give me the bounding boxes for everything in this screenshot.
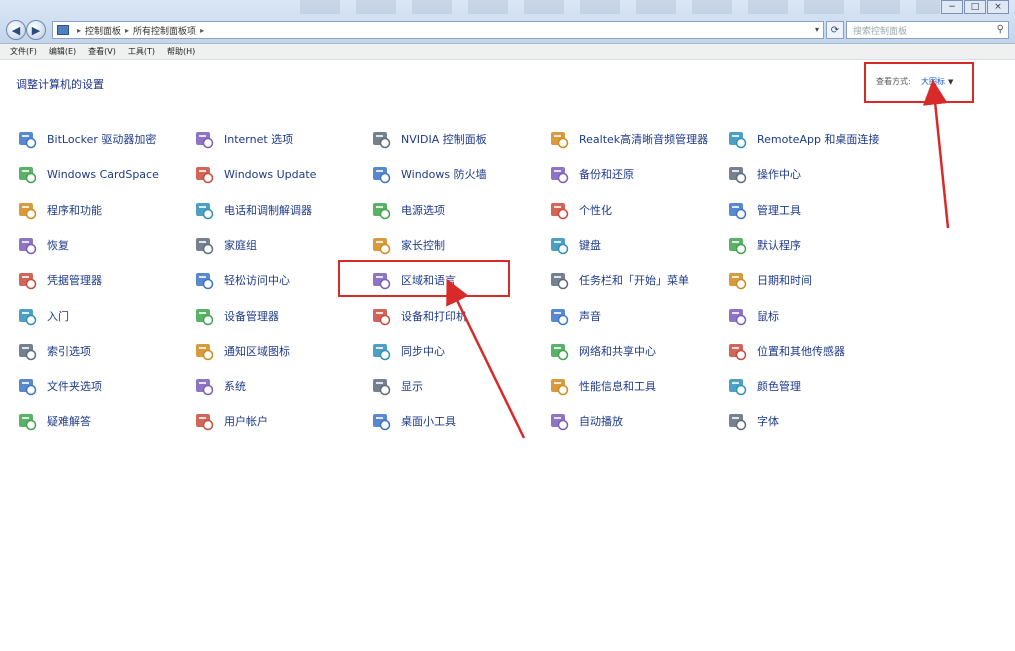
annotation-arrows: [446, 79, 950, 439]
arrow-to-region-language: [446, 278, 526, 439]
arrow-to-view-mode: [922, 79, 950, 229]
